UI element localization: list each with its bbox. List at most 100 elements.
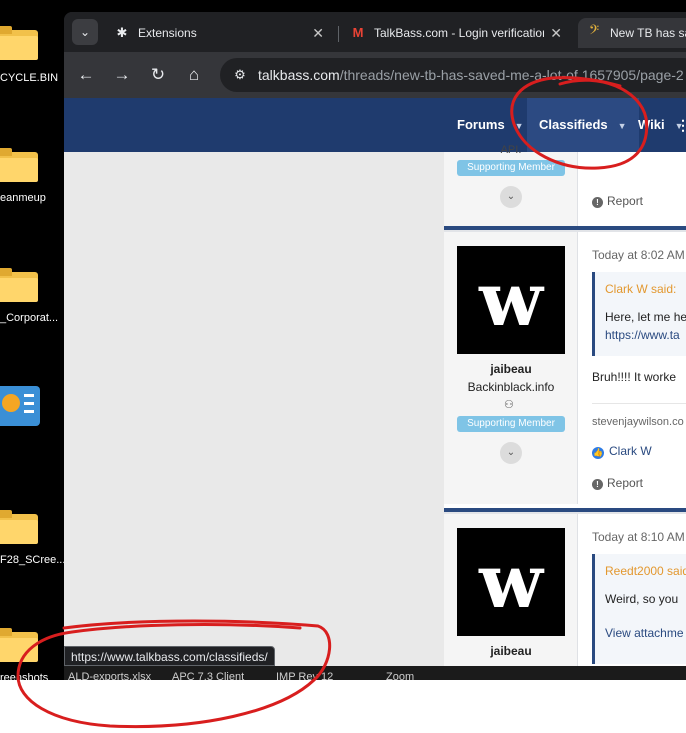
site-settings-icon[interactable]: ⚙: [230, 65, 250, 85]
back-button[interactable]: ←: [74, 63, 98, 87]
arrow-right-icon: →: [113, 65, 131, 84]
nav-classifieds-label: Classifieds: [539, 117, 608, 132]
address-bar[interactable]: ⚙ talkbass.com/threads/new-tb-has-saved-…: [220, 58, 686, 92]
user-panel: w jaibeau: [444, 514, 578, 666]
address-url: talkbass.com/threads/new-tb-has-saved-me…: [258, 58, 684, 92]
gmail-icon: M: [352, 25, 364, 40]
reload-icon: ↻: [150, 65, 166, 84]
quote-author[interactable]: Clark W said:: [605, 282, 676, 296]
user-panel: API. Supporting Member ⌄: [444, 144, 578, 226]
report-label: Report: [607, 476, 644, 490]
quote-author[interactable]: Reedt2000 said: [605, 564, 686, 578]
expand-user-info-button[interactable]: ⌄: [500, 186, 522, 208]
post-signature[interactable]: stevenjaywilson.co: [592, 416, 684, 428]
taskbar: ALD-exports.xlsx APC 7.3 Client IMP Rev …: [64, 666, 686, 680]
taskbar-item[interactable]: Zoom: [386, 671, 414, 680]
quote-block: Clark W said: Here, let me he https://ww…: [592, 272, 686, 356]
post-body: ! Report: [592, 152, 686, 226]
tab-new-tb[interactable]: 𝄢 New TB has saved: [578, 18, 686, 48]
desktop-icon-label: reenshots: [0, 672, 49, 684]
alert-icon: !: [592, 197, 603, 208]
close-icon[interactable]: ✕: [550, 18, 562, 48]
post-body: Today at 8:10 AM Reedt2000 said Weird, s…: [592, 514, 686, 666]
caret-down-icon[interactable]: ▼: [515, 121, 524, 131]
forward-button[interactable]: →: [110, 63, 134, 87]
folder-icon: [0, 148, 38, 182]
post-timestamp[interactable]: Today at 8:10 AM: [592, 530, 685, 544]
desktop-icon-corporate[interactable]: _Corporat...: [0, 266, 64, 336]
user-panel: w jaibeau Backinblack.info ⚇ Supporting …: [444, 232, 578, 504]
expand-user-info-button[interactable]: ⌄: [500, 442, 522, 464]
report-link[interactable]: ! Report: [592, 476, 643, 490]
tab-strip: ⌄ ✱ Extensions ✕ M TalkBass.com - Login ve…: [64, 12, 686, 52]
nav-forums-label: Forums: [457, 117, 505, 132]
desktop-icon-screenshots-folder[interactable]: F28_SCree...: [0, 508, 64, 578]
quote-text: Here, let me he: [605, 310, 686, 324]
taskbar-item[interactable]: APC 7.3 Client: [172, 671, 244, 680]
post-body: Today at 8:02 AM Clark W said: Here, let…: [592, 232, 686, 504]
avatar[interactable]: w: [457, 246, 565, 354]
tab-title: Extensions: [138, 26, 197, 40]
quote-block: Reedt2000 said Weird, so you View attach…: [592, 554, 686, 664]
desktop-icon-cleanmeup[interactable]: eanmeup: [0, 146, 64, 216]
desktop-icon-label: eanmeup: [0, 192, 46, 204]
home-icon: ⌂: [188, 65, 200, 84]
reaction-summary[interactable]: 👍 Clark W: [592, 444, 652, 459]
user-title: API.: [500, 144, 522, 156]
supporting-member-badge: Supporting Member: [457, 160, 565, 176]
web-page: Forums ▼ Classifieds ▼ Wiki ▼ ⋮ API. Suppor…: [64, 98, 686, 666]
reload-button[interactable]: ↻: [146, 63, 170, 87]
thread-posts: API. Supporting Member ⌄ ! Report w jaibe…: [444, 144, 686, 666]
divider: [592, 403, 686, 404]
view-attachment-link[interactable]: View attachme: [605, 626, 684, 640]
caret-down-icon[interactable]: ▼: [618, 121, 627, 131]
tab-title: TalkBass.com - Login verification: [374, 26, 544, 40]
puzzle-icon: ✱: [116, 25, 128, 40]
report-label: Report: [607, 194, 644, 208]
username[interactable]: jaibeau: [444, 644, 578, 658]
folder-icon: [0, 628, 38, 662]
desktop-icon-recycle-bin[interactable]: CYCLE.BIN: [0, 24, 64, 94]
post-text: Bruh!!!! It worke: [592, 370, 677, 384]
avatar[interactable]: w: [457, 528, 565, 636]
desktop-icon-control-panel[interactable]: [0, 386, 64, 436]
folder-icon: [0, 26, 38, 60]
url-path: /threads/new-tb-has-saved-me-a-lot-of.16…: [339, 67, 684, 83]
arrow-left-icon: ←: [77, 65, 95, 84]
close-icon[interactable]: ✕: [312, 18, 324, 48]
like-icon: 👍: [592, 447, 604, 459]
taskbar-item[interactable]: IMP Rev 12: [276, 671, 333, 680]
tab-extensions[interactable]: ✱ Extensions ✕: [104, 18, 334, 48]
supporting-member-badge: Supporting Member: [457, 416, 565, 432]
folder-icon: [0, 510, 38, 544]
folder-icon: [0, 268, 38, 302]
screen: CYCLE.BIN eanmeup _Corporat... F28_SCree…: [0, 0, 686, 733]
link-status-bubble: https://www.talkbass.com/classifieds/: [64, 646, 275, 666]
username[interactable]: jaibeau: [444, 362, 578, 376]
post-timestamp[interactable]: Today at 8:02 AM: [592, 248, 685, 262]
chevron-down-icon: ⌄: [79, 25, 91, 39]
quote-link[interactable]: https://www.ta: [605, 328, 680, 342]
control-panel-icon: [0, 386, 40, 426]
nav-wiki-label: Wiki: [638, 117, 665, 132]
reaction-user: Clark W: [609, 444, 652, 458]
home-button[interactable]: ⌂: [182, 63, 206, 87]
tab-talkbass-login[interactable]: M TalkBass.com - Login verification ✕: [342, 18, 572, 48]
tab-search-button[interactable]: ⌄: [72, 19, 98, 45]
chevron-down-icon: ⌄: [506, 447, 516, 458]
desktop-icon-label: F28_SCree...: [0, 554, 64, 566]
tab-title: New TB has saved: [610, 26, 686, 40]
taskbar-item[interactable]: ALD-exports.xlsx: [68, 671, 151, 680]
bass-clef-icon: 𝄢: [588, 24, 600, 41]
user-title: Backinblack.info: [467, 380, 555, 394]
browser-toolbar: ← → ↻ ⌂ ⚙ talkbass.com/threads/new-tb-ha…: [64, 52, 686, 98]
desktop-icon-label: _Corporat...: [0, 312, 59, 324]
more-menu-icon[interactable]: ⋮: [676, 98, 686, 152]
report-link[interactable]: ! Report: [592, 194, 643, 208]
site-navigation: Forums ▼ Classifieds ▼ Wiki ▼ ⋮: [64, 98, 686, 152]
url-host: talkbass.com: [258, 67, 340, 83]
quote-text: Weird, so you: [605, 592, 679, 606]
desktop-icon-screenshots[interactable]: reenshots: [0, 626, 64, 684]
user-status-icon: ⚇: [504, 399, 514, 411]
chevron-down-icon: ⌄: [506, 191, 516, 202]
